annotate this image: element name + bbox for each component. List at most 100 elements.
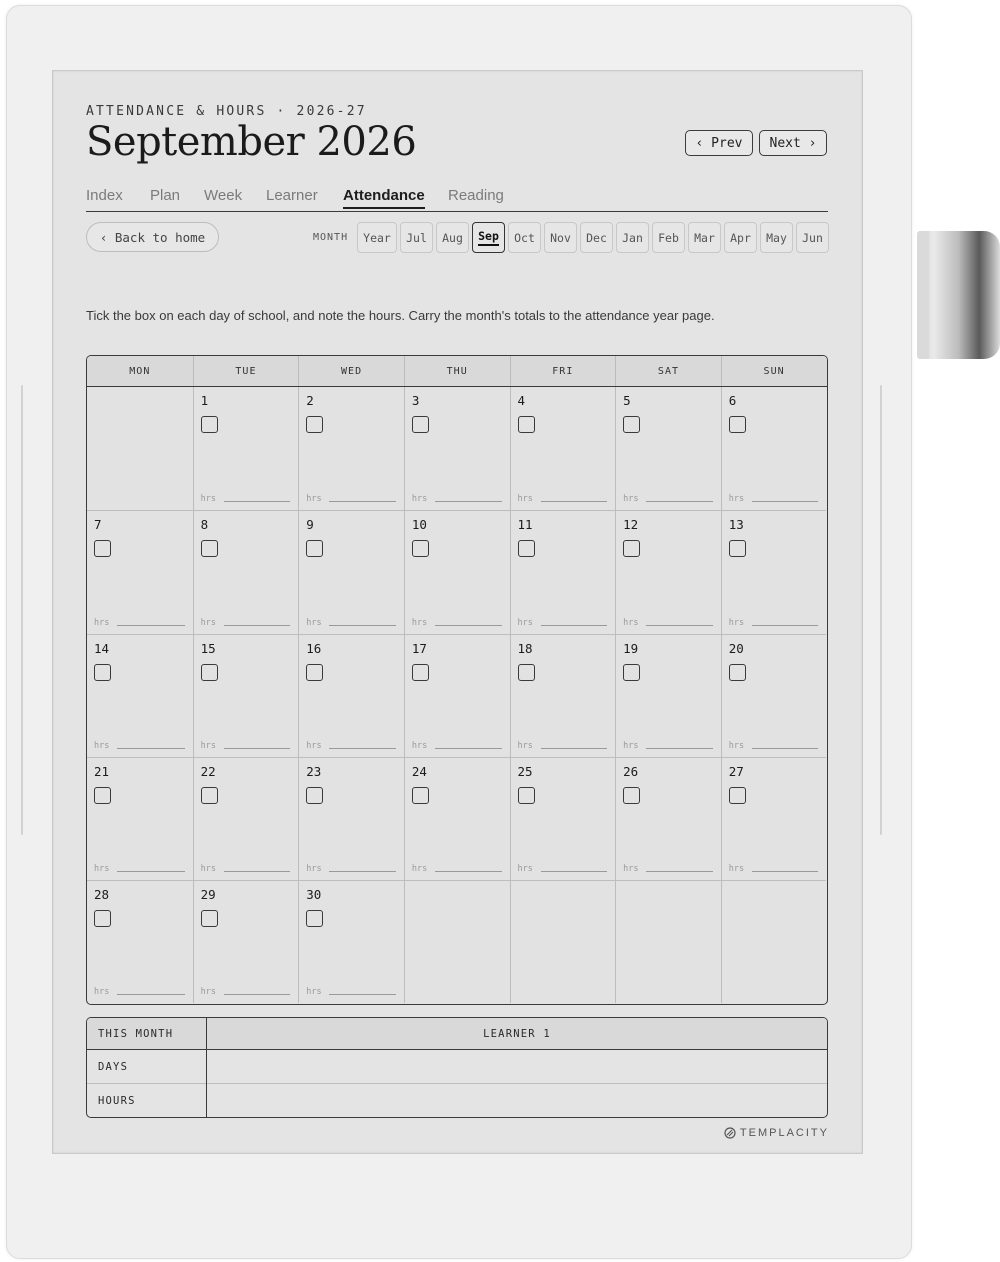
day-cell[interactable]: 29 hrs (192, 880, 299, 1004)
day-cell[interactable]: 20 hrs (720, 633, 827, 757)
summary-hours-row[interactable]: HOURS (87, 1084, 827, 1117)
attendance-checkbox[interactable] (200, 663, 218, 681)
hours-entry-line[interactable] (540, 747, 608, 749)
day-cell[interactable]: 10 hrs (403, 510, 510, 634)
attendance-checkbox[interactable] (94, 663, 111, 681)
day-cell[interactable]: 12 hrs (615, 510, 721, 634)
attendance-checkbox[interactable] (306, 663, 324, 681)
attendance-checkbox[interactable] (411, 540, 429, 558)
day-cell[interactable]: 15 hrs (192, 633, 299, 757)
hours-entry-line[interactable] (223, 747, 291, 749)
attendance-checkbox[interactable] (306, 540, 324, 558)
attendance-checkbox[interactable] (94, 540, 111, 558)
day-cell[interactable]: 1 hrs (192, 387, 299, 511)
hours-entry-line[interactable] (223, 501, 291, 503)
month-chip-nov[interactable]: Nov (544, 222, 577, 253)
summary-days-row[interactable]: DAYS (87, 1050, 827, 1084)
day-cell[interactable]: 22 hrs (192, 756, 299, 881)
month-chip-year[interactable]: Year (357, 222, 397, 253)
day-cell[interactable]: 16 hrs (298, 633, 404, 757)
prev-month-button[interactable]: ‹ Prev (685, 130, 753, 156)
month-chip-sep[interactable]: Sep (472, 222, 505, 253)
attendance-checkbox[interactable] (306, 786, 324, 804)
tab-week[interactable]: Week (204, 187, 242, 204)
hours-entry-line[interactable] (434, 747, 502, 749)
month-chip-may[interactable]: May (760, 222, 793, 253)
next-month-button[interactable]: Next › (759, 130, 827, 156)
month-chip-feb[interactable]: Feb (652, 222, 685, 253)
hours-entry-line[interactable] (329, 747, 396, 749)
attendance-checkbox[interactable] (306, 910, 324, 928)
hours-entry-line[interactable] (223, 994, 291, 996)
hours-entry-line[interactable] (117, 747, 185, 749)
attendance-checkbox[interactable] (200, 786, 218, 804)
attendance-checkbox[interactable] (94, 786, 111, 804)
attendance-checkbox[interactable] (623, 786, 641, 804)
attendance-checkbox[interactable] (200, 416, 218, 433)
tab-index[interactable]: Index (86, 187, 123, 204)
tab-plan[interactable]: Plan (150, 187, 180, 204)
attendance-checkbox[interactable] (517, 540, 535, 558)
day-cell[interactable]: 2 hrs (298, 387, 404, 511)
hours-entry-line[interactable] (329, 501, 396, 503)
attendance-checkbox[interactable] (517, 416, 535, 433)
hours-entry-line[interactable] (646, 871, 713, 873)
day-cell[interactable]: 17 hrs (403, 633, 510, 757)
tab-reading[interactable]: Reading (448, 187, 504, 204)
hours-entry-line[interactable] (117, 871, 185, 873)
hours-entry-line[interactable] (329, 624, 396, 626)
attendance-checkbox[interactable] (200, 910, 218, 928)
attendance-checkbox[interactable] (728, 540, 746, 558)
hours-entry-line[interactable] (223, 624, 291, 626)
hours-entry-line[interactable] (751, 871, 819, 873)
hours-entry-line[interactable] (329, 994, 396, 996)
attendance-checkbox[interactable] (728, 786, 746, 804)
day-cell[interactable]: 9 hrs (298, 510, 404, 634)
day-cell[interactable]: 3 hrs (403, 387, 510, 511)
day-cell[interactable]: 19 hrs (615, 633, 721, 757)
hours-entry-line[interactable] (646, 747, 713, 749)
tab-learner[interactable]: Learner (266, 187, 318, 204)
day-cell[interactable]: 21 hrs (87, 756, 193, 880)
day-cell[interactable]: 13 hrs (720, 510, 827, 634)
day-cell[interactable]: 5 hrs (615, 387, 721, 511)
day-cell[interactable]: 24 hrs (403, 756, 510, 881)
month-chip-dec[interactable]: Dec (580, 222, 613, 253)
day-cell[interactable]: 18 hrs (509, 633, 616, 757)
attendance-checkbox[interactable] (623, 663, 641, 681)
hours-entry-line[interactable] (751, 624, 819, 626)
tab-attendance[interactable]: Attendance (343, 187, 425, 209)
back-to-home-button[interactable]: ‹ Back to home (86, 222, 219, 252)
month-chip-jan[interactable]: Jan (616, 222, 649, 253)
day-cell[interactable]: 4 hrs (509, 387, 616, 511)
day-cell[interactable]: 28 hrs (87, 880, 193, 1003)
day-cell[interactable]: 8 hrs (192, 510, 299, 634)
hours-entry-line[interactable] (117, 994, 185, 996)
month-chip-apr[interactable]: Apr (724, 222, 757, 253)
attendance-checkbox[interactable] (517, 786, 535, 804)
day-cell[interactable]: 25 hrs (509, 756, 616, 881)
day-cell[interactable]: 14 hrs (87, 633, 193, 757)
day-cell[interactable]: 26 hrs (615, 756, 721, 881)
attendance-checkbox[interactable] (411, 786, 429, 804)
attendance-checkbox[interactable] (623, 540, 641, 558)
day-cell[interactable]: 6 hrs (720, 387, 827, 511)
hours-entry-line[interactable] (434, 501, 502, 503)
hours-entry-line[interactable] (117, 624, 185, 626)
hours-entry-line[interactable] (223, 871, 291, 873)
attendance-checkbox[interactable] (306, 416, 324, 433)
hours-entry-line[interactable] (751, 747, 819, 749)
hours-entry-line[interactable] (434, 871, 502, 873)
hours-entry-line[interactable] (646, 501, 713, 503)
day-cell[interactable]: 11 hrs (509, 510, 616, 634)
attendance-checkbox[interactable] (623, 416, 641, 433)
month-chip-aug[interactable]: Aug (436, 222, 469, 253)
day-cell[interactable]: 23 hrs (298, 756, 404, 881)
month-chip-jul[interactable]: Jul (400, 222, 433, 253)
hours-entry-line[interactable] (646, 624, 713, 626)
hours-entry-line[interactable] (540, 624, 608, 626)
attendance-checkbox[interactable] (728, 663, 746, 681)
attendance-checkbox[interactable] (728, 416, 746, 433)
attendance-checkbox[interactable] (517, 663, 535, 681)
month-chip-mar[interactable]: Mar (688, 222, 721, 253)
